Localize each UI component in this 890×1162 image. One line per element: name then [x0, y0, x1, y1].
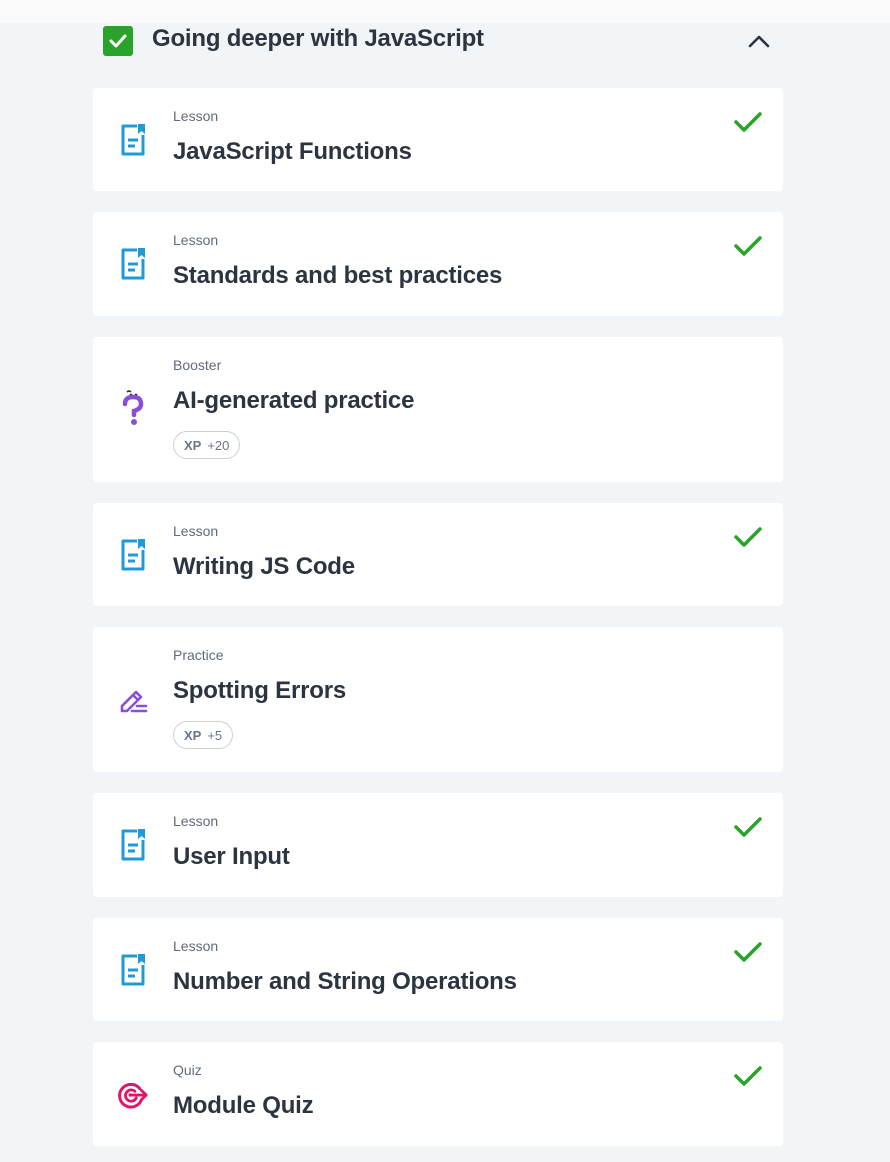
item-title: Standards and best practices [173, 262, 503, 289]
lesson-document-icon [117, 246, 149, 282]
xp-label: XP [184, 437, 202, 453]
lesson-document-icon [117, 952, 149, 988]
list-item-lesson[interactable]: Lesson User Input [93, 793, 783, 897]
completed-check-icon [734, 527, 762, 547]
item-type-label: Lesson [173, 938, 219, 954]
item-type-label: Lesson [173, 232, 219, 248]
item-title: User Input [173, 843, 290, 870]
list-item-quiz[interactable]: Quiz Module Quiz [93, 1042, 783, 1146]
module-header[interactable]: Going deeper with JavaScript [93, 23, 783, 73]
item-title: Spotting Errors [173, 677, 347, 704]
item-type-label: Practice [173, 647, 224, 663]
collapse-button[interactable] [743, 27, 775, 55]
xp-label: XP [184, 727, 202, 743]
top-strip [0, 0, 890, 23]
checkmark-icon [109, 34, 127, 48]
lesson-document-icon [117, 827, 149, 863]
chevron-up-icon [748, 35, 770, 48]
item-type-label: Quiz [173, 1062, 202, 1078]
list-item-lesson[interactable]: Lesson Standards and best practices [93, 212, 783, 316]
xp-reward-badge: XP +20 [173, 431, 241, 459]
item-title: Number and String Operations [173, 968, 517, 995]
lesson-document-icon [117, 122, 149, 158]
list-item-lesson[interactable]: Lesson Writing JS Code [93, 503, 783, 606]
item-type-label: Lesson [173, 523, 219, 539]
module-title: Going deeper with JavaScript [152, 25, 484, 52]
question-mark-icon [117, 390, 149, 426]
completed-check-icon [734, 236, 762, 256]
item-type-label: Lesson [173, 108, 219, 124]
item-title: JavaScript Functions [173, 138, 412, 165]
xp-value: +5 [207, 727, 223, 743]
item-type-label: Booster [173, 357, 222, 373]
xp-value: +20 [207, 437, 230, 453]
list-item-practice[interactable]: Practice Spotting Errors XP +5 [93, 627, 783, 772]
item-type-label: Lesson [173, 813, 219, 829]
completed-check-icon [734, 942, 762, 962]
list-item-lesson[interactable]: Lesson JavaScript Functions [93, 88, 783, 191]
item-title: Module Quiz [173, 1092, 314, 1119]
completed-check-icon [734, 1066, 762, 1086]
module-complete-checkbox [103, 26, 133, 56]
lesson-document-icon [117, 537, 149, 573]
item-title: AI-generated practice [173, 387, 415, 414]
pencil-edit-icon [117, 681, 149, 717]
list-item-booster[interactable]: Booster AI-generated practice XP +20 [93, 337, 783, 482]
item-title: Writing JS Code [173, 553, 355, 580]
target-icon [117, 1078, 149, 1114]
xp-reward-badge: XP +5 [173, 721, 234, 749]
completed-check-icon [734, 112, 762, 132]
completed-check-icon [734, 817, 762, 837]
list-item-lesson[interactable]: Lesson Number and String Operations [93, 918, 783, 1021]
